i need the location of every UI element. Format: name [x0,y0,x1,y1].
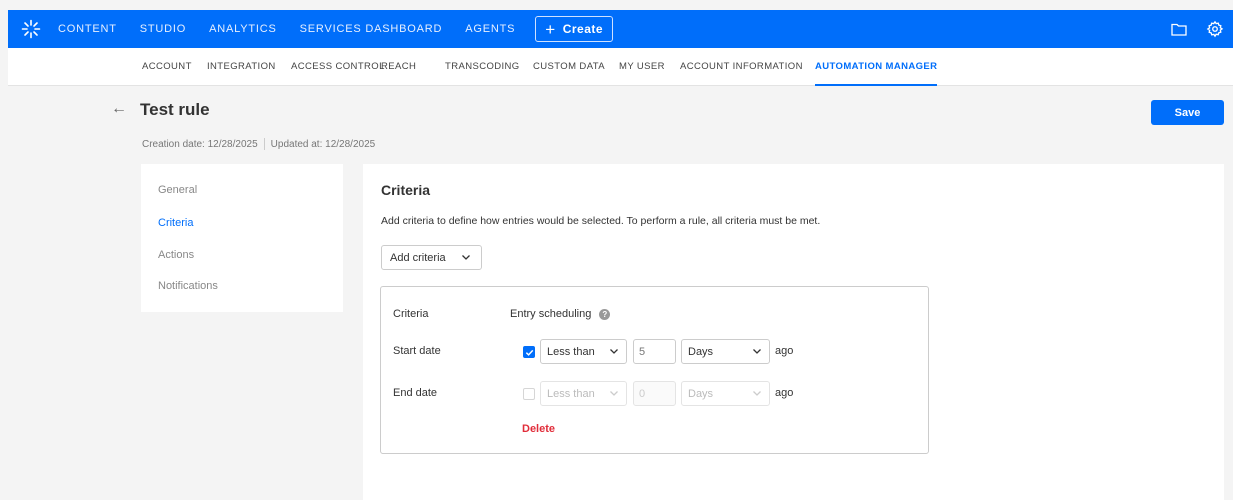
chevron-down-icon [753,349,761,354]
tab-integration[interactable]: INTEGRATION [207,48,276,86]
end-date-suffix: ago [775,387,794,399]
start-date-unit-value: Days [688,345,714,358]
save-button[interactable]: Save [1151,100,1224,125]
entry-scheduling-text: Entry scheduling [510,308,592,320]
menu-item-general[interactable]: General [158,184,197,196]
end-date-amount-input[interactable]: 0 [633,381,676,406]
end-date-unit-value: Days [688,387,714,400]
menu-item-criteria[interactable]: Criteria [158,217,193,229]
folder-icon[interactable] [1169,19,1189,39]
menu-item-notifications[interactable]: Notifications [158,280,218,292]
section-title: Criteria [381,182,431,198]
end-date-operator-value: Less than [547,387,595,400]
start-date-checkbox[interactable] [523,346,535,358]
rule-meta: Creation date: 12/28/2025 Updated at: 12… [142,138,375,150]
start-date-amount-input[interactable]: 5 [633,339,676,364]
start-date-operator-select[interactable]: Less than [540,339,627,364]
end-date-operator-select[interactable]: Less than [540,381,627,406]
criteria-type-value: Entry scheduling ? [510,308,611,320]
tab-account-information[interactable]: ACCOUNT INFORMATION [680,48,803,86]
creation-date: Creation date: 12/28/2025 [142,138,258,150]
add-criteria-dropdown[interactable]: Add criteria [381,245,482,270]
start-date-label: Start date [393,345,441,357]
criteria-card: Criteria Entry scheduling ? Start date L… [380,286,929,454]
chevron-down-icon [610,349,618,354]
chevron-down-icon [610,391,618,396]
delete-criteria-link[interactable]: Delete [522,423,555,435]
tab-transcoding[interactable]: TRANSCODING [445,48,520,86]
top-nav: CONTENT STUDIO ANALYTICS SERVICES DASHBO… [50,23,538,35]
gear-icon[interactable] [1205,19,1225,39]
end-date-checkbox[interactable] [523,388,535,400]
tab-reach[interactable]: REACH [381,48,416,86]
tab-account[interactable]: ACCOUNT [142,48,192,86]
top-icons [1153,19,1225,39]
start-date-suffix: ago [775,345,794,357]
create-button[interactable]: + Create [535,16,614,42]
section-description: Add criteria to define how entries would… [381,215,821,227]
end-date-label: End date [393,387,438,399]
chevron-down-icon [753,391,761,396]
create-label: Create [562,22,604,36]
back-arrow-icon[interactable]: ← [111,100,127,118]
page-title: Test rule [140,100,210,119]
rule-sections-menu: General Criteria Actions Notifications [141,164,343,312]
meta-divider [263,138,265,150]
plus-icon: + [545,19,556,39]
tab-access-control[interactable]: ACCESS CONTROL [291,48,385,86]
add-criteria-label: Add criteria [390,251,446,264]
nav-studio[interactable]: STUDIO [140,23,186,35]
logo-icon[interactable] [12,10,50,48]
start-date-operator-value: Less than [547,345,595,358]
nav-services-dashboard[interactable]: SERVICES DASHBOARD [300,23,443,35]
criteria-type-label: Criteria [393,308,429,320]
checkmark-icon [525,349,533,356]
end-date-unit-select[interactable]: Days [681,381,770,406]
chevron-down-icon [462,255,470,260]
tab-automation-manager[interactable]: AUTOMATION MANAGER [815,48,938,86]
updated-date: Updated at: 12/28/2025 [270,138,376,150]
help-icon[interactable]: ? [599,308,611,320]
nav-analytics[interactable]: ANALYTICS [209,23,277,35]
nav-agents[interactable]: AGENTS [465,23,515,35]
tab-my-user[interactable]: MY USER [619,48,665,86]
tab-custom-data[interactable]: CUSTOM DATA [533,48,605,86]
settings-subnav: ACCOUNT INTEGRATION ACCESS CONTROL REACH… [8,48,1233,86]
criteria-panel: Criteria Add criteria to define how entr… [363,164,1224,500]
top-bar: CONTENT STUDIO ANALYTICS SERVICES DASHBO… [8,10,1233,48]
start-date-unit-select[interactable]: Days [681,339,770,364]
nav-content[interactable]: CONTENT [58,23,117,35]
menu-item-actions[interactable]: Actions [158,249,194,261]
